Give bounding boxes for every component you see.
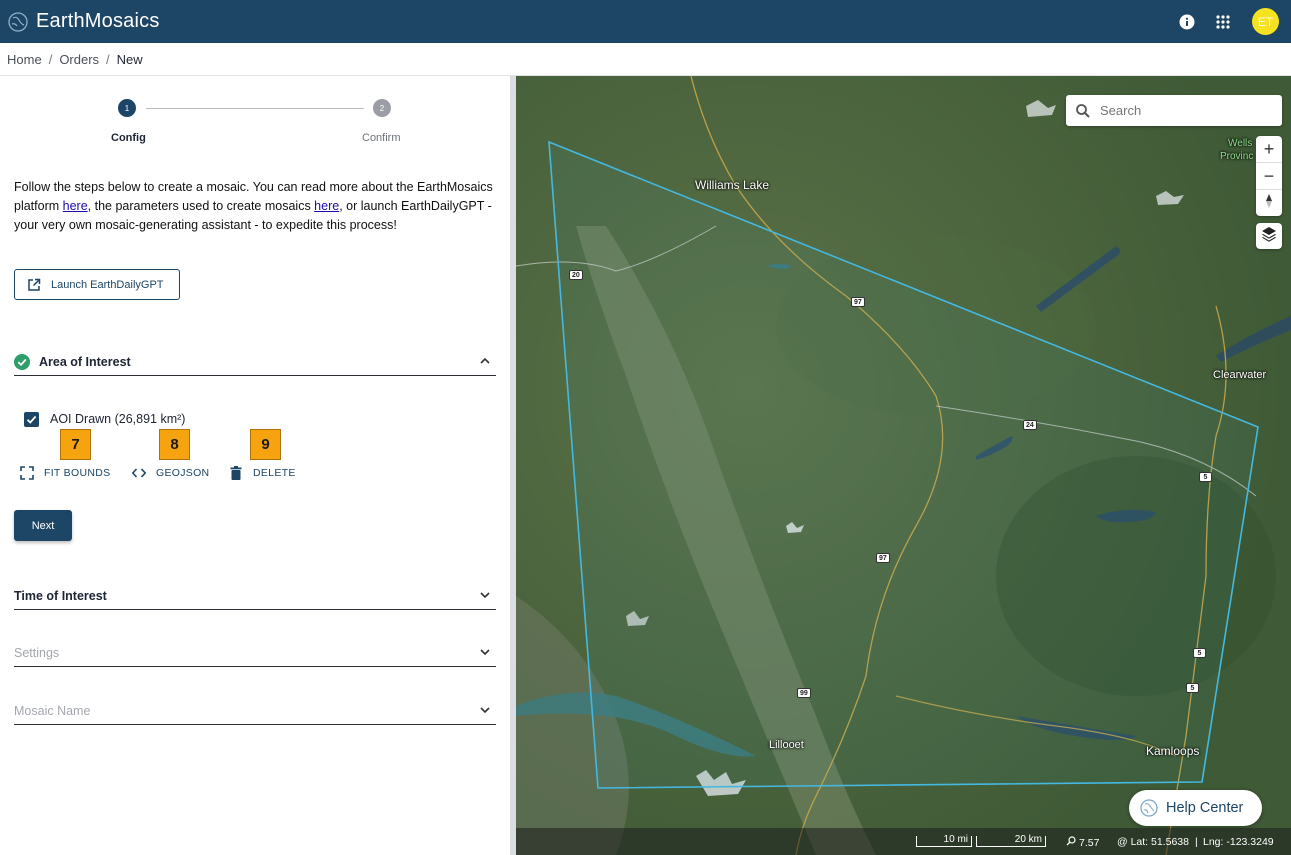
step-2-indicator: 2: [373, 99, 391, 117]
highway-shield: 97: [851, 297, 865, 307]
stepper: 1 2 Config Confirm: [0, 76, 510, 156]
earth-help-icon: [1139, 797, 1159, 819]
breadcrumb: Home / Orders / New: [0, 43, 1291, 76]
layers-icon: [1261, 226, 1277, 247]
scale-kilometers: 20 km: [976, 835, 1046, 847]
zoom-readout: 7.57: [1066, 836, 1099, 849]
map-label-lillooet: Lillooet: [769, 739, 804, 751]
help-center-button[interactable]: Help Center: [1129, 790, 1262, 826]
aoi-checkbox[interactable]: [24, 411, 39, 427]
section-title: Area of Interest: [39, 354, 131, 369]
trash-icon: [228, 465, 244, 481]
section-mosaic-name[interactable]: Mosaic Name: [14, 697, 496, 725]
map-search[interactable]: [1066, 95, 1282, 126]
map-label-kamloops: Kamloops: [1146, 744, 1200, 758]
step-1-indicator: 1: [118, 99, 136, 117]
section-settings[interactable]: Settings: [14, 639, 496, 667]
search-input[interactable]: [1098, 102, 1272, 119]
highway-shield: 5: [1193, 648, 1206, 658]
parameters-docs-link[interactable]: here: [314, 199, 339, 213]
chevron-up-icon[interactable]: [478, 354, 492, 368]
section-time-of-interest[interactable]: Time of Interest: [14, 582, 496, 610]
aoi-item: AOI Drawn (26,891 km²): [24, 409, 185, 429]
map-label-wells-gray: Wells: [1228, 138, 1253, 149]
config-panel: 1 2 Config Confirm Follow the steps belo…: [0, 76, 510, 855]
highway-shield: 5: [1199, 472, 1212, 482]
next-button[interactable]: Next: [14, 510, 72, 541]
breadcrumb-current: New: [116, 51, 143, 67]
chevron-down-icon[interactable]: [478, 588, 492, 602]
delete-label: DELETE: [253, 467, 296, 479]
compass-button[interactable]: [1256, 190, 1282, 216]
highway-shield: 20: [569, 270, 583, 280]
launch-button-label: Launch EarthDailyGPT: [51, 278, 164, 291]
zoom-level: 7.57: [1079, 836, 1100, 849]
chevron-down-icon[interactable]: [478, 645, 492, 659]
zoom-controls: + −: [1256, 136, 1282, 216]
geojson-label: GEOJSON: [156, 467, 210, 479]
zoom-in-button[interactable]: +: [1256, 136, 1282, 163]
breadcrumb-orders[interactable]: Orders: [59, 52, 99, 67]
search-icon: [1075, 103, 1091, 119]
check-circle-icon: [14, 353, 30, 370]
section-title: Mosaic Name: [14, 703, 91, 718]
avatar[interactable]: ET: [1252, 8, 1279, 35]
satellite-imagery: [516, 76, 1291, 855]
info-icon[interactable]: [1176, 11, 1198, 33]
step-2-label: Confirm: [362, 132, 401, 144]
step-connector: [146, 108, 364, 109]
map-label-wells-gray-park: Provinc: [1220, 151, 1254, 162]
app-title[interactable]: EarthMosaics: [36, 10, 160, 33]
section-title: Settings: [14, 645, 60, 660]
fit-bounds-label: FIT BOUNDS: [44, 467, 111, 479]
layers-button[interactable]: [1256, 223, 1282, 249]
annotation-badge-8: 8: [159, 429, 190, 460]
map-view[interactable]: Williams Lake Clearwater Lillooet Kamloo…: [516, 76, 1291, 855]
map-label-williams-lake: Williams Lake: [695, 178, 770, 192]
fit-bounds-button[interactable]: FIT BOUNDS: [19, 464, 110, 482]
apps-grid-icon[interactable]: [1212, 11, 1234, 33]
longitude-readout: Lng: -123.3249: [1203, 836, 1274, 848]
help-center-label: Help Center: [1166, 800, 1244, 816]
top-app-bar: EarthMosaics ET: [0, 0, 1291, 43]
highway-shield: 99: [797, 688, 811, 698]
compass-icon: [1264, 193, 1274, 214]
breadcrumb-home[interactable]: Home: [7, 52, 42, 67]
highway-shield: 97: [876, 553, 890, 563]
map-label-clearwater: Clearwater: [1213, 369, 1267, 381]
step-1-label: Config: [111, 132, 146, 144]
code-icon: [131, 465, 147, 481]
section-area-of-interest[interactable]: Area of Interest: [14, 348, 496, 376]
annotation-badge-9: 9: [250, 429, 281, 460]
breadcrumb-separator: /: [48, 51, 53, 67]
map-status-bar: 10 mi 20 km 7.57 @ Lat: 51.5638 | Lng: -…: [516, 828, 1291, 855]
aoi-label: AOI Drawn (26,891 km²): [50, 412, 186, 426]
scale-miles: 10 mi: [916, 835, 972, 847]
delete-button[interactable]: DELETE: [228, 464, 296, 482]
highway-shield: 5: [1186, 683, 1199, 693]
annotation-badge-7: 7: [60, 429, 91, 460]
zoom-out-button[interactable]: −: [1256, 163, 1282, 190]
header-actions: ET: [1176, 0, 1279, 43]
latitude-readout: @ Lat: 51.5638: [1117, 836, 1189, 848]
highway-shield: 24: [1023, 420, 1037, 430]
external-link-icon: [27, 278, 41, 292]
platform-docs-link[interactable]: here: [63, 199, 88, 213]
intro-text: Follow the steps below to create a mosai…: [14, 178, 504, 235]
chevron-down-icon[interactable]: [478, 703, 492, 717]
zoom-search-icon: [1066, 836, 1076, 849]
earth-logo-icon[interactable]: [6, 10, 30, 34]
breadcrumb-separator: /: [106, 51, 110, 67]
fit-bounds-icon: [19, 465, 35, 481]
intro-part-2: , the parameters used to create mosaics: [87, 199, 315, 213]
geojson-button[interactable]: GEOJSON: [131, 464, 209, 482]
section-title: Time of Interest: [14, 588, 107, 603]
coordinate-separator: |: [1195, 836, 1198, 848]
launch-earthdailygpt-button[interactable]: Launch EarthDailyGPT: [14, 269, 180, 300]
